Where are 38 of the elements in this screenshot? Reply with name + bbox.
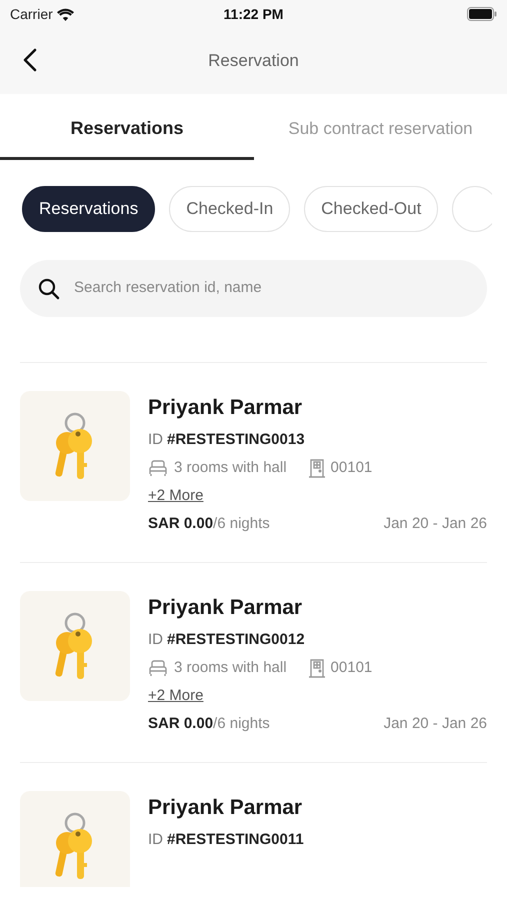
- guest-name: Priyank Parmar: [148, 595, 304, 621]
- search-icon: [38, 278, 60, 300]
- reservation-id: #RESTESTING0012: [167, 630, 305, 650]
- bed-icon: [148, 659, 168, 677]
- door-icon: [308, 658, 325, 678]
- filter-chip[interactable]: Reservations: [22, 186, 156, 232]
- reservation-id: #RESTESTING0013: [167, 430, 305, 450]
- guest-name: Priyank Parmar: [148, 395, 304, 421]
- id-label: ID: [148, 830, 163, 850]
- filter-chip[interactable]: Checked-Out: [304, 186, 438, 232]
- search-input[interactable]: Search reservation id, name: [74, 277, 469, 300]
- room-type: 3 rooms with hall: [174, 658, 287, 678]
- date-range: Jan 20 - Jan 26: [384, 514, 487, 534]
- bed-icon: [148, 459, 168, 477]
- price: SAR 0.00: [148, 514, 214, 534]
- price: SAR 0.00: [148, 714, 214, 734]
- nights: /6 nights: [213, 514, 270, 534]
- filter-chip[interactable]: Checked-In: [169, 186, 290, 232]
- room-type: 3 rooms with hall: [174, 458, 287, 478]
- clock-time: 11:22 PM: [224, 4, 284, 24]
- screen-title: Reservation: [208, 50, 299, 72]
- more-link[interactable]: +2 More: [148, 685, 204, 707]
- search-field[interactable]: Search reservation id, name: [20, 260, 487, 317]
- more-link[interactable]: +2 More: [148, 485, 204, 507]
- date-range: Jan 20 - Jan 26: [384, 714, 487, 734]
- nights: /6 nights: [213, 714, 270, 734]
- carrier-label: Carrier: [10, 4, 53, 24]
- tab[interactable]: Reservations: [0, 100, 254, 160]
- wifi-icon: [56, 8, 74, 20]
- guest-name: Priyank Parmar: [148, 795, 304, 821]
- reservation-id: #RESTESTING0011: [167, 830, 304, 850]
- room-number: 00101: [330, 458, 372, 478]
- room-number: 00101: [330, 658, 372, 678]
- door-icon: [308, 458, 325, 478]
- battery-icon: [467, 7, 497, 21]
- id-label: ID: [148, 630, 163, 650]
- back-icon: [23, 48, 37, 72]
- id-label: ID: [148, 430, 163, 450]
